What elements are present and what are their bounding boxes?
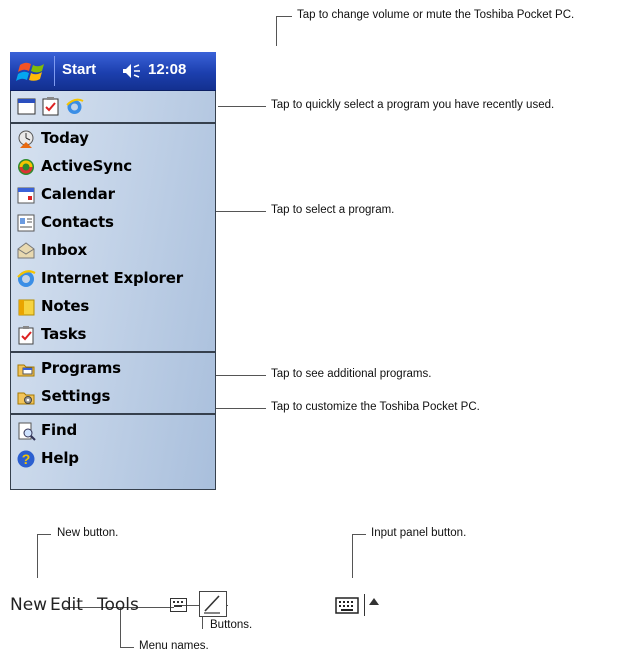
- callout-buttons: Buttons.: [210, 619, 253, 631]
- pocket-pc-screen: Start 12:08 Today ActiveSync Calendar Co…: [10, 52, 216, 490]
- pen-icon: [204, 595, 220, 614]
- start-menu-item-tasks[interactable]: Tasks: [11, 321, 215, 349]
- start-menu-item-label: Inbox: [41, 241, 87, 259]
- clock: 12:08: [148, 61, 187, 78]
- start-menu-item-label: Notes: [41, 297, 90, 315]
- start-menu-item-settings[interactable]: Settings: [11, 383, 215, 411]
- start-menu-item-label: Help: [41, 449, 79, 467]
- menu-tools[interactable]: Tools: [97, 595, 139, 615]
- callout-volume: Tap to change volume or mute the Toshiba…: [297, 9, 575, 21]
- start-menu-item-find[interactable]: Find: [11, 417, 215, 445]
- callout-new-button: New button.: [57, 527, 119, 539]
- start-menu-item-label: Find: [41, 421, 78, 439]
- command-bar: New Edit Tools: [10, 590, 390, 620]
- input-method-arrow-icon[interactable]: [369, 598, 379, 605]
- start-label[interactable]: Start: [62, 61, 96, 78]
- activesync-icon: [18, 159, 34, 175]
- internet-explorer-icon: [17, 270, 36, 287]
- contacts-icon: [17, 214, 35, 232]
- keyboard-toolbar-button[interactable]: [170, 598, 187, 612]
- new-button[interactable]: New: [10, 595, 47, 615]
- settings-folder-icon: [17, 392, 35, 405]
- tasks-icon: [18, 326, 34, 345]
- start-menu-item-label: ActiveSync: [41, 157, 132, 175]
- start-menu-item-today[interactable]: Today: [11, 125, 215, 153]
- help-icon: ?: [17, 450, 35, 468]
- start-menu-item-notes[interactable]: Notes: [11, 293, 215, 321]
- start-menu-item-programs[interactable]: Programs: [11, 355, 215, 383]
- menu-separator: [11, 413, 215, 415]
- start-button[interactable]: [14, 59, 50, 85]
- start-menu-item-label: Internet Explorer: [41, 269, 183, 287]
- recent-internet-explorer-icon[interactable]: [65, 97, 84, 116]
- speaker-icon: [123, 64, 140, 78]
- menu-edit[interactable]: Edit: [50, 595, 83, 615]
- start-menu: Today ActiveSync Calendar Contacts Inbox Inte…: [10, 91, 216, 490]
- start-menu-item-internet-explorer[interactable]: Internet Explorer: [11, 265, 215, 293]
- callout-select-program: Tap to select a program.: [271, 204, 395, 216]
- svg-text:?: ?: [22, 451, 31, 467]
- recent-window-icon[interactable]: [17, 97, 36, 116]
- find-icon: [18, 422, 36, 441]
- recent-programs-bar: [11, 91, 215, 124]
- callout-menu-names: Menu names.: [139, 640, 209, 652]
- start-menu-item-label: Contacts: [41, 213, 114, 231]
- callout-recent: Tap to quickly select a program you have…: [271, 99, 555, 111]
- windows-flag-icon: [16, 62, 44, 81]
- volume-button[interactable]: [122, 63, 144, 79]
- inbox-icon: [17, 242, 35, 259]
- callout-input-panel: Input panel button.: [371, 527, 467, 539]
- input-panel-button[interactable]: [335, 597, 359, 614]
- notes-icon: [18, 299, 35, 316]
- keyboard-icon: [173, 601, 183, 607]
- menu-separator: [11, 351, 215, 353]
- start-menu-item-label: Tasks: [41, 325, 87, 343]
- start-menu-item-activesync[interactable]: ActiveSync: [11, 153, 215, 181]
- start-menu-item-label: Today: [41, 129, 89, 147]
- start-menu-item-help[interactable]: ? Help: [11, 445, 215, 473]
- calendar-icon: [17, 187, 35, 204]
- title-bar: Start 12:08: [10, 52, 216, 91]
- start-menu-item-label: Programs: [41, 359, 121, 377]
- start-menu-item-inbox[interactable]: Inbox: [11, 237, 215, 265]
- programs-folder-icon: [17, 364, 35, 377]
- start-menu-item-contacts[interactable]: Contacts: [11, 209, 215, 237]
- start-menu-item-label: Calendar: [41, 185, 115, 203]
- callout-additional-programs: Tap to see additional programs.: [271, 368, 432, 380]
- recent-tasks-icon[interactable]: [41, 97, 60, 116]
- today-icon: [18, 130, 34, 148]
- start-menu-item-calendar[interactable]: Calendar: [11, 181, 215, 209]
- start-menu-item-label: Settings: [41, 387, 111, 405]
- callout-customize: Tap to customize the Toshiba Pocket PC.: [271, 401, 480, 413]
- pen-button[interactable]: [199, 591, 227, 617]
